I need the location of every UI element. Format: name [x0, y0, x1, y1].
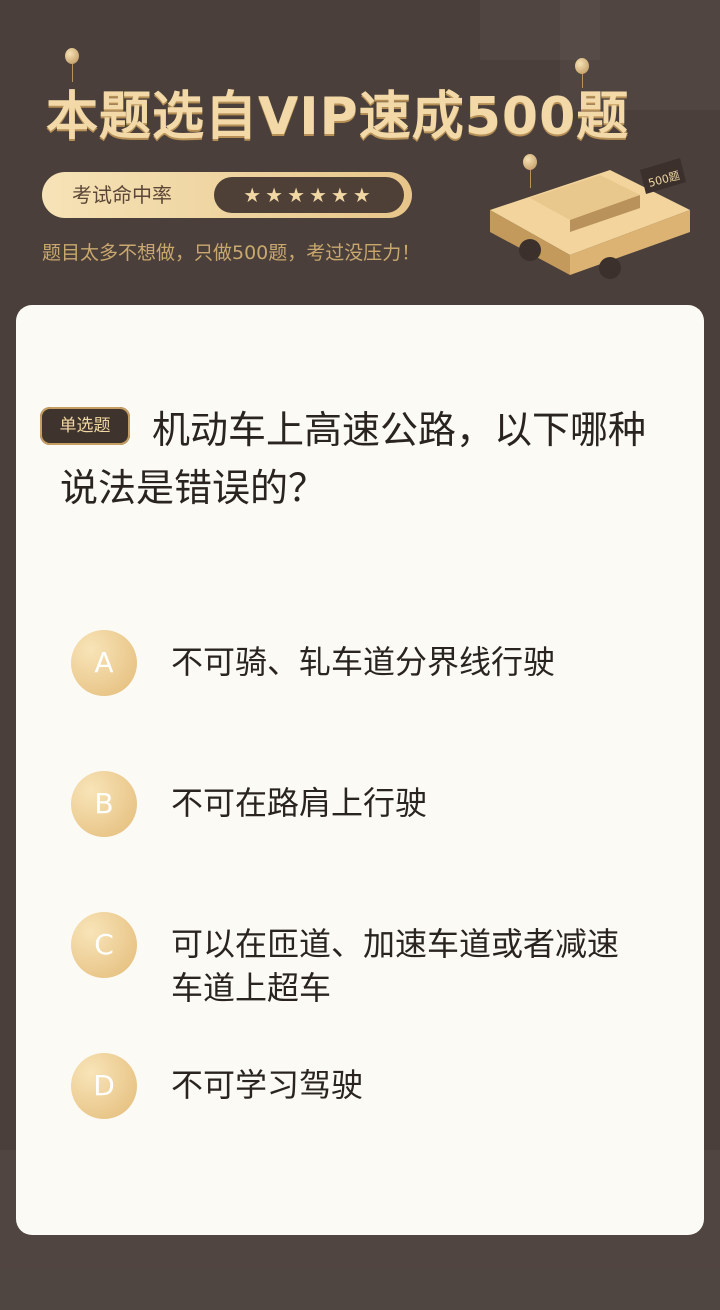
option-letter: C	[71, 912, 137, 978]
question-card: 单选题 机动车上高速公路，以下哪种说法是错误的？ A 不可骑、轧车道分界线行驶 …	[16, 305, 704, 1235]
hit-rate-label: 考试命中率	[72, 183, 172, 207]
hit-rate-badge: 考试命中率 ★★★★★★	[42, 172, 412, 218]
question-text: 机动车上高速公路，以下哪种说法是错误的？	[60, 408, 647, 510]
car-icon: 500题	[490, 150, 700, 300]
option-letter: D	[71, 1053, 137, 1119]
option-text: 不可骑、轧车道分界线行驶	[171, 643, 556, 681]
option-letter: A	[71, 630, 137, 696]
option-text: 不可学习驾驶	[171, 1066, 364, 1104]
slogan-text: 题目太多不想做，只做500题，考过没压力！	[42, 242, 421, 264]
option-letter: B	[71, 771, 137, 837]
option-text: 不可在路肩上行驶	[171, 784, 428, 822]
star-rating: ★★★★★★	[214, 177, 404, 213]
page-title: 本题选自VIP速成500题	[46, 87, 630, 147]
promo-header: 本题选自VIP速成500题 考试命中率 ★★★★★★ 题目太多不想做，只做500…	[0, 0, 720, 320]
option-text: 可以在匝道、加速车道或者减速车道上超车	[171, 925, 620, 1007]
